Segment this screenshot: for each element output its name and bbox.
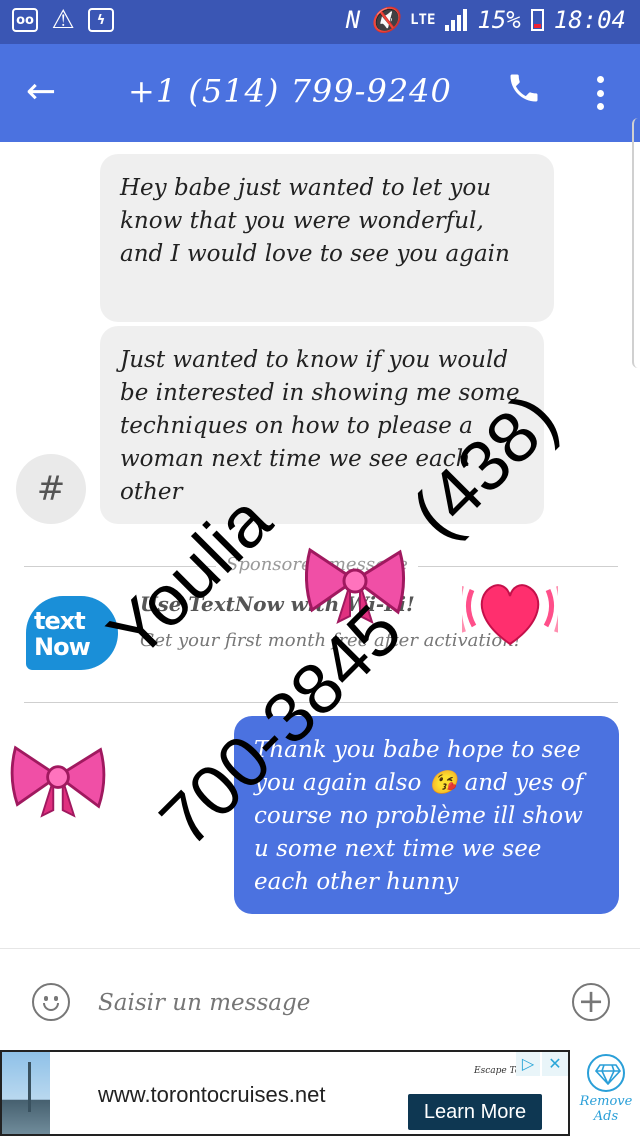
incoming-message-bubble[interactable]: Hey babe just wanted to let you know tha… (100, 154, 554, 322)
clock: 18:04 (553, 6, 626, 34)
pink-bow-sticker (6, 730, 110, 830)
messenger-icon: ϟ (88, 8, 114, 32)
remove-ads-button[interactable]: Remove Ads (578, 1048, 634, 1136)
message-input[interactable] (98, 983, 548, 1023)
battery-percent: 15% (477, 6, 521, 34)
signal-icon (445, 9, 468, 31)
system-status: N 🔇 LTE 15% 18:04 (346, 6, 626, 34)
conversation-title: +1 (514) 799-9240 (128, 72, 452, 110)
ad-banner[interactable]: www.torontocruises.net Escape To ▷ ✕ Lea… (0, 1050, 570, 1136)
remove-ads-label: Remove Ads (579, 1094, 633, 1124)
message-composer: + (0, 948, 640, 1052)
nfc-icon: N (345, 6, 361, 34)
phone-call-icon[interactable] (506, 70, 546, 110)
diamond-icon (587, 1054, 625, 1092)
network-type: LTE (410, 12, 436, 28)
status-bar: oo ⚠ ϟ N 🔇 LTE 15% 18:04 (0, 0, 640, 44)
battery-icon (530, 9, 544, 31)
ad-bar: www.torontocruises.net Escape To ▷ ✕ Lea… (0, 1048, 640, 1138)
ad-url[interactable]: www.torontocruises.net (98, 1082, 325, 1108)
learn-more-button[interactable]: Learn More (408, 1094, 542, 1130)
scroll-indicator[interactable] (632, 118, 640, 368)
back-arrow-icon[interactable]: ← (26, 72, 56, 112)
mute-icon: 🔇 (370, 6, 401, 34)
ad-brand-logo: Escape To (474, 1066, 521, 1076)
emoji-icon[interactable] (32, 983, 70, 1021)
warning-icon: ⚠ (51, 5, 75, 35)
app-bar: ← +1 (514) 799-9240 (0, 44, 640, 142)
heart-sticker (457, 568, 563, 648)
add-attachment-icon[interactable]: + (572, 983, 610, 1021)
voicemail-icon: oo (12, 8, 38, 32)
ad-choices-icon[interactable]: ▷ (516, 1052, 540, 1076)
contact-avatar[interactable]: # (16, 454, 86, 524)
notification-icons: oo ⚠ ϟ (12, 5, 114, 35)
ad-skyline-image (2, 1052, 50, 1134)
overflow-menu-icon[interactable] (594, 76, 606, 110)
ad-close-icon[interactable]: ✕ (542, 1052, 568, 1076)
